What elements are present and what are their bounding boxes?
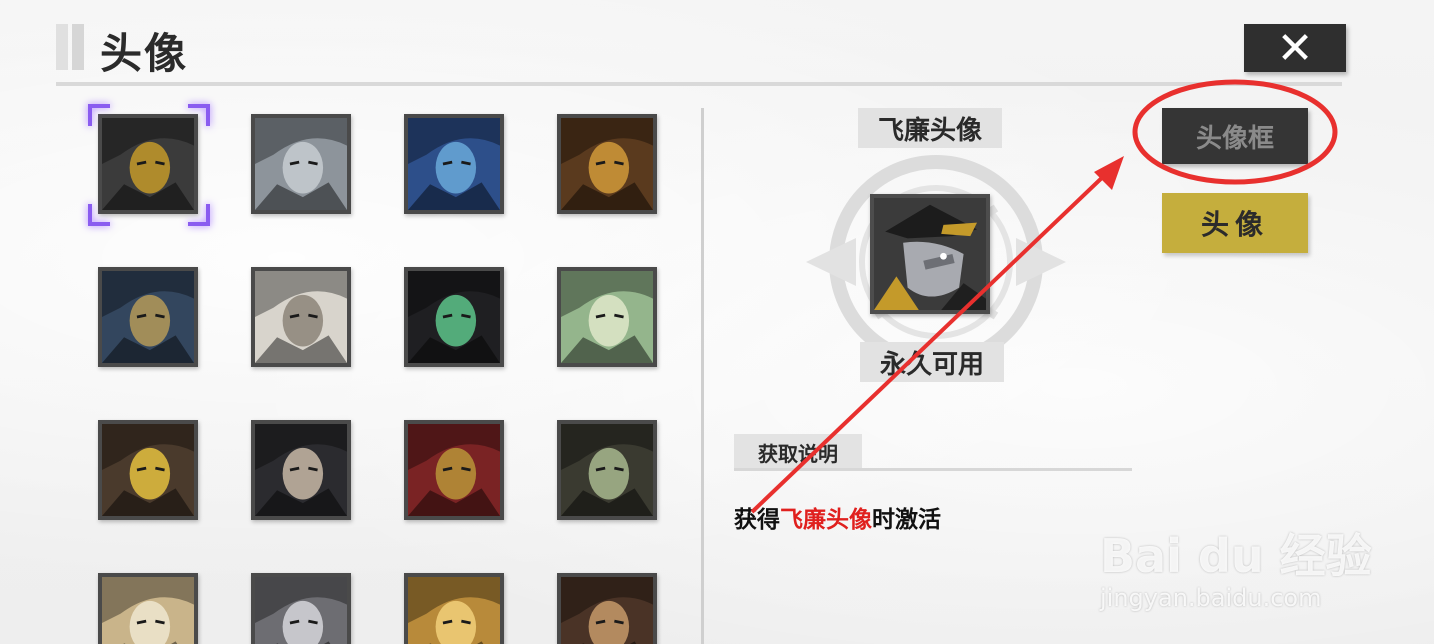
header-divider [56, 82, 1342, 86]
avatar-tile[interactable] [98, 267, 198, 367]
avatar-portrait-icon [561, 118, 653, 210]
acquire-description: 获得飞廉头像时激活 [734, 507, 941, 533]
tab-avatar[interactable]: 头像 [1162, 193, 1308, 253]
avatar-tile[interactable] [98, 420, 198, 520]
avatar-portrait-icon [255, 118, 347, 210]
avatar-tile[interactable] [251, 114, 351, 214]
section-divider [734, 468, 1132, 471]
avatar-portrait-icon [408, 271, 500, 363]
avatar-portrait-icon [102, 118, 194, 210]
avatar-tile[interactable] [251, 267, 351, 367]
avatar-tile[interactable] [98, 114, 198, 214]
avatar-tile[interactable] [404, 573, 504, 644]
avatar-portrait-icon [408, 577, 500, 644]
avatar-tile[interactable] [557, 267, 657, 367]
avatar-tile[interactable] [557, 573, 657, 644]
selected-avatar-preview [870, 194, 990, 314]
avatar-tile[interactable] [557, 420, 657, 520]
avatar-portrait-icon [561, 271, 653, 363]
avatar-portrait-icon [102, 271, 194, 363]
availability-label: 永久可用 [860, 342, 1004, 382]
acquire-highlight: 飞廉头像 [780, 507, 872, 533]
avatar-portrait-icon [102, 424, 194, 516]
avatar-tile[interactable] [404, 114, 504, 214]
avatar-portrait-icon [255, 424, 347, 516]
avatar-tile[interactable] [404, 420, 504, 520]
watermark-logo: Bai du 经验 jingyan.baidu.com [1100, 529, 1372, 612]
panel-divider [701, 108, 704, 644]
avatar-portrait-icon [408, 424, 500, 516]
avatar-portrait-icon [561, 424, 653, 516]
avatar-tile[interactable] [557, 114, 657, 214]
page-title: 头像 [100, 29, 189, 78]
avatar-tile[interactable] [251, 420, 351, 520]
avatar-tile[interactable] [251, 573, 351, 644]
avatar-portrait-icon [255, 577, 347, 644]
title-accent-bars [56, 24, 92, 70]
tab-avatar-frame[interactable]: 头像框 [1162, 108, 1308, 164]
avatar-name-label: 飞廉头像 [858, 108, 1002, 148]
avatar-portrait-icon [255, 271, 347, 363]
acquire-section-title: 获取说明 [734, 434, 862, 470]
avatar-tile[interactable] [98, 573, 198, 644]
avatar-tile[interactable] [404, 267, 504, 367]
close-button[interactable]: ✕ [1244, 22, 1346, 74]
avatar-portrait-icon [561, 577, 653, 644]
close-icon: ✕ [1276, 22, 1314, 74]
avatar-portrait-icon [102, 577, 194, 644]
avatar-portrait-icon [408, 118, 500, 210]
